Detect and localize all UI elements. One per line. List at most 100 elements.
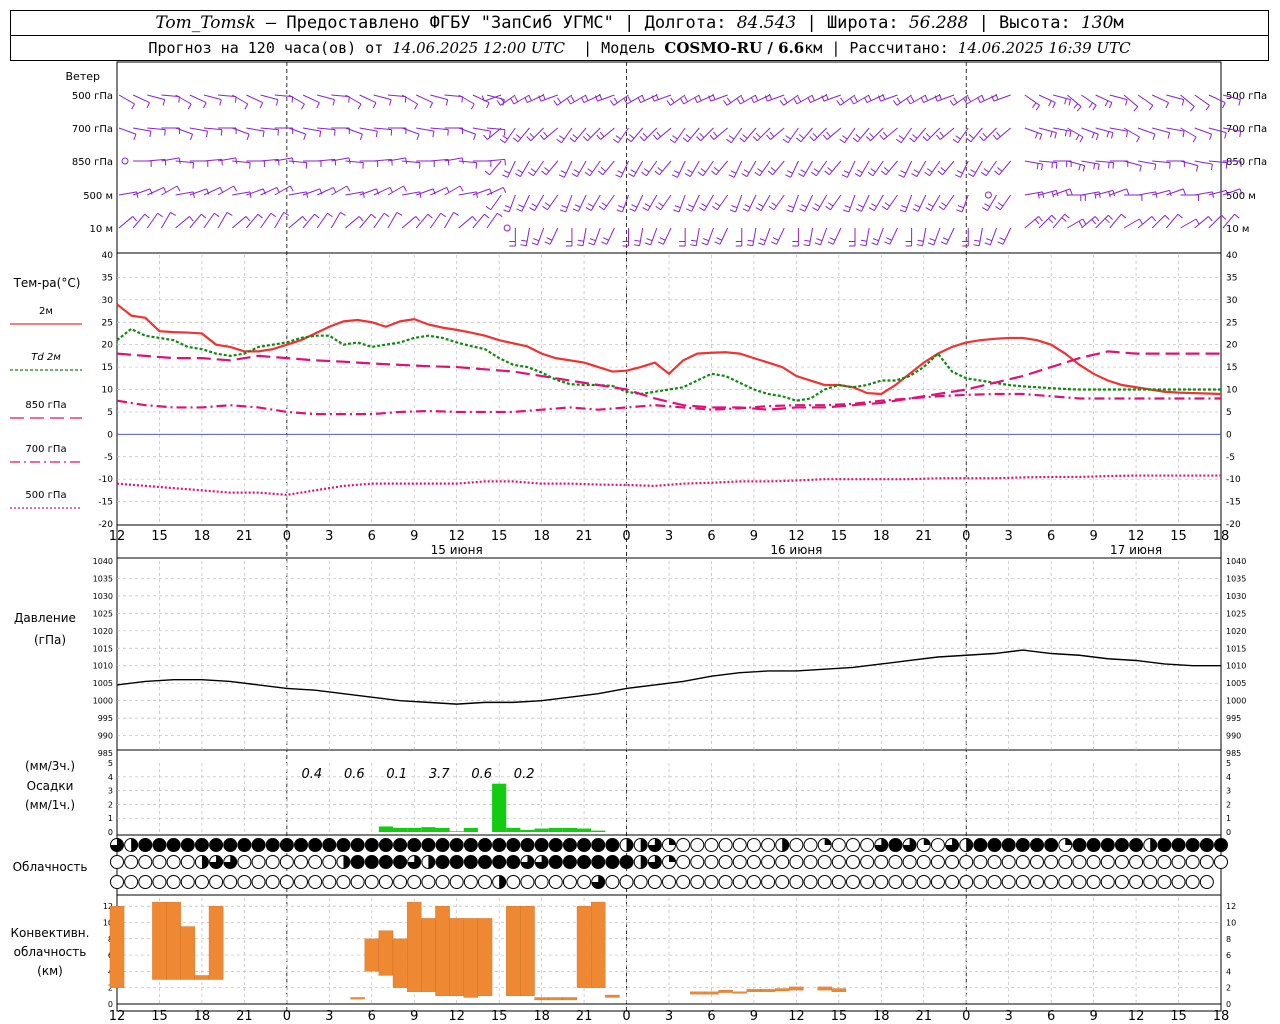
cloud-cover-icon — [110, 855, 124, 869]
wind-barb-icon — [544, 227, 559, 245]
wind-barb-feather — [906, 98, 911, 105]
convective-bar — [407, 901, 422, 992]
precip-bar — [591, 830, 606, 832]
cloud-cover-icon — [1171, 855, 1186, 869]
wind-barb-shaft — [634, 194, 644, 212]
cloud-cover-icon — [350, 875, 365, 889]
wind-barb-feather — [927, 203, 934, 208]
cloud-cover-icon — [1015, 838, 1030, 852]
wind-barb-shaft — [787, 127, 799, 144]
wind-barb-feather — [827, 202, 834, 207]
convective-bar — [831, 988, 847, 992]
cloud-circle-outline — [251, 855, 266, 869]
wind-barb-shaft — [1038, 94, 1056, 104]
wind-barb-icon — [758, 227, 771, 246]
wind-barb-feather — [916, 244, 923, 247]
cloud-circle-outline — [732, 855, 747, 869]
pressure-tick-right: 1040 — [1226, 557, 1246, 566]
wind-barb-icon — [865, 127, 884, 142]
wind-barb-feather — [654, 170, 660, 176]
wind-barb-feather — [1069, 188, 1073, 195]
convective-tick-right: 6 — [1226, 951, 1231, 960]
wind-barb-feather — [671, 174, 678, 178]
cloud-circle-outline — [294, 875, 308, 889]
wind-barb-icon — [855, 194, 870, 212]
cloud-cover-icon — [152, 855, 167, 869]
wind-barb-feather — [747, 239, 754, 242]
wind-barb-shaft — [587, 127, 601, 142]
wind-barb-shaft — [930, 194, 941, 211]
wind-barb-feather — [881, 205, 888, 211]
wind-barb-icon — [1053, 160, 1072, 167]
wind-barb-icon — [316, 212, 333, 229]
wind-barb-shaft — [630, 127, 644, 143]
cloud-cover-icon — [732, 838, 747, 852]
wind-barb-icon — [330, 211, 346, 229]
wind-level-label-right: 850 гПа — [1226, 157, 1267, 168]
wind-barb-feather — [514, 96, 519, 103]
cloud-circle-fill — [620, 855, 634, 869]
wind-barb-feather — [701, 203, 707, 208]
wind-barb-feather — [544, 202, 551, 207]
wind-barb-shaft — [401, 127, 420, 135]
cloud-cover-icon — [973, 855, 988, 869]
wind-barb-feather — [965, 137, 972, 143]
wind-barb-shaft — [1123, 218, 1140, 229]
wind-barb-icon — [1081, 127, 1099, 140]
cloud-cover-icon — [364, 838, 379, 852]
wind-barb-feather — [157, 212, 163, 218]
wind-barb-icon — [809, 127, 828, 142]
wind-barb-feather — [585, 207, 592, 212]
wind-barb-feather — [730, 170, 737, 174]
wind-barb-shaft — [549, 227, 559, 245]
wind-barb-icon — [764, 93, 785, 102]
wind-barb-feather — [531, 242, 538, 246]
wind-barb-feather — [984, 203, 991, 208]
pressure-unit: (гПа) — [34, 633, 66, 647]
cloud-circle-outline — [930, 855, 945, 869]
cloud-circle-outline — [223, 875, 238, 889]
cloud-circle-outline — [803, 875, 818, 889]
wind-barb-shaft — [232, 127, 250, 135]
wind-barb-shaft — [998, 160, 1012, 176]
cloud-cover-icon — [152, 838, 167, 852]
wind-barb-icon — [839, 127, 856, 144]
wind-barb-feather — [684, 96, 689, 103]
wind-barb-shaft — [504, 127, 516, 144]
wind-barb-shaft — [486, 127, 505, 131]
cloud-circle-fill — [436, 855, 450, 869]
cloud-circle-outline — [647, 875, 662, 889]
wind-barb-feather — [884, 202, 891, 207]
wind-barb-feather — [680, 98, 685, 105]
wind-barb-feather — [524, 96, 528, 103]
convective-bar — [704, 991, 719, 995]
wind-barb-shaft — [1194, 94, 1210, 106]
wind-barb-feather — [1195, 165, 1199, 172]
wind-barb-icon — [937, 160, 955, 176]
wind-barb-icon — [1095, 94, 1113, 109]
cloud-cover-icon — [959, 875, 974, 889]
wind-barb-feather — [798, 173, 804, 178]
time-axis-tick-lower: 0 — [622, 1009, 630, 1024]
cloud-cover-icon — [1143, 838, 1158, 852]
wind-barb-feather — [601, 202, 607, 207]
wind-barb-shaft — [260, 212, 272, 229]
wind-barb-feather — [518, 204, 524, 208]
cloud-circle-outline — [746, 838, 761, 852]
wind-barb-shaft — [756, 127, 771, 142]
time-axis-tick-lower: 6 — [368, 1009, 376, 1024]
wind-barb-feather — [516, 208, 523, 212]
wind-barb-shaft — [1166, 213, 1179, 229]
cloud-cover-icon — [761, 838, 776, 852]
time-axis-tick-lower: 21 — [915, 1009, 932, 1024]
cloud-cover-icon — [690, 855, 705, 869]
cloud-circle-fill — [1186, 838, 1200, 852]
cloud-circle-fill — [365, 855, 379, 869]
wind-barb-icon — [1095, 127, 1114, 139]
pressure-tick-left: 990 — [98, 732, 113, 741]
cloud-cover-icon — [746, 838, 761, 852]
cloud-cover-icon — [435, 875, 450, 889]
wind-barb-feather — [558, 174, 565, 178]
cloud-circle-outline — [987, 855, 1002, 869]
time-axis-tick-upper: 12 — [788, 529, 805, 544]
